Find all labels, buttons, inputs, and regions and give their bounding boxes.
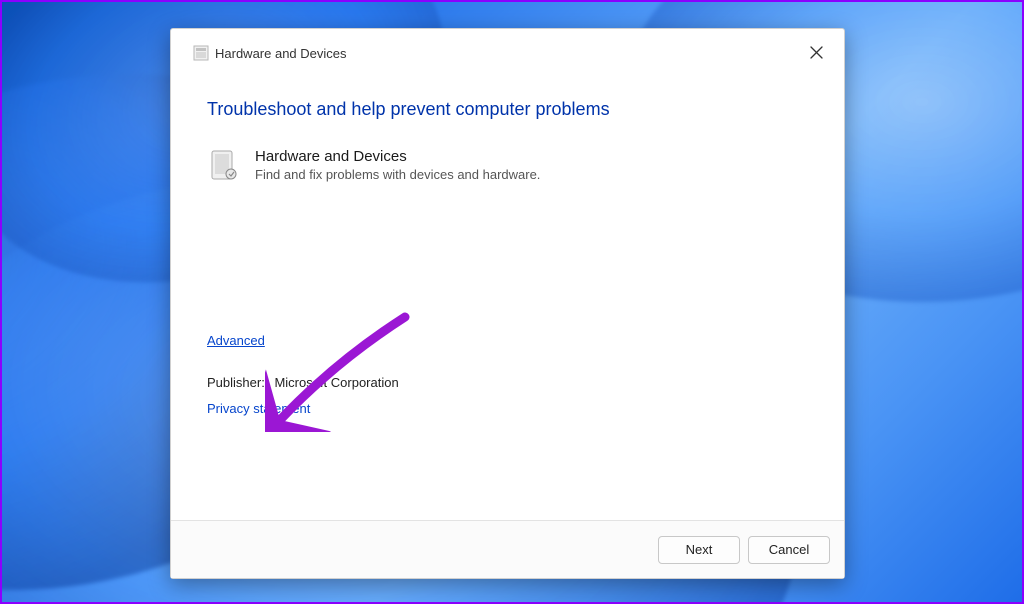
close-icon xyxy=(810,46,823,64)
troubleshooter-text: Hardware and Devices Find and fix proble… xyxy=(255,148,540,182)
privacy-statement-link[interactable]: Privacy statement xyxy=(207,401,310,416)
troubleshooter-title: Hardware and Devices xyxy=(255,148,540,165)
window-icon xyxy=(193,45,209,61)
advanced-link[interactable]: Advanced xyxy=(207,333,265,348)
publisher-row: Publisher: Microsoft Corporation xyxy=(207,375,399,390)
titlebar: Hardware and Devices xyxy=(171,29,844,71)
publisher-label: Publisher: xyxy=(207,375,265,390)
dialog-footer: Next Cancel xyxy=(171,520,844,578)
troubleshooter-dialog: Hardware and Devices Troubleshoot and he… xyxy=(170,28,845,579)
troubleshooter-description: Find and fix problems with devices and h… xyxy=(255,167,540,182)
publisher-value: Microsoft Corporation xyxy=(274,375,398,390)
troubleshooter-item: Hardware and Devices Find and fix proble… xyxy=(207,148,808,182)
hardware-icon xyxy=(207,148,241,182)
page-title: Troubleshoot and help prevent computer p… xyxy=(207,99,808,120)
close-button[interactable] xyxy=(802,41,830,69)
dialog-content: Troubleshoot and help prevent computer p… xyxy=(171,71,844,520)
next-button[interactable]: Next xyxy=(658,536,740,564)
window-title: Hardware and Devices xyxy=(215,46,347,61)
cancel-button[interactable]: Cancel xyxy=(748,536,830,564)
